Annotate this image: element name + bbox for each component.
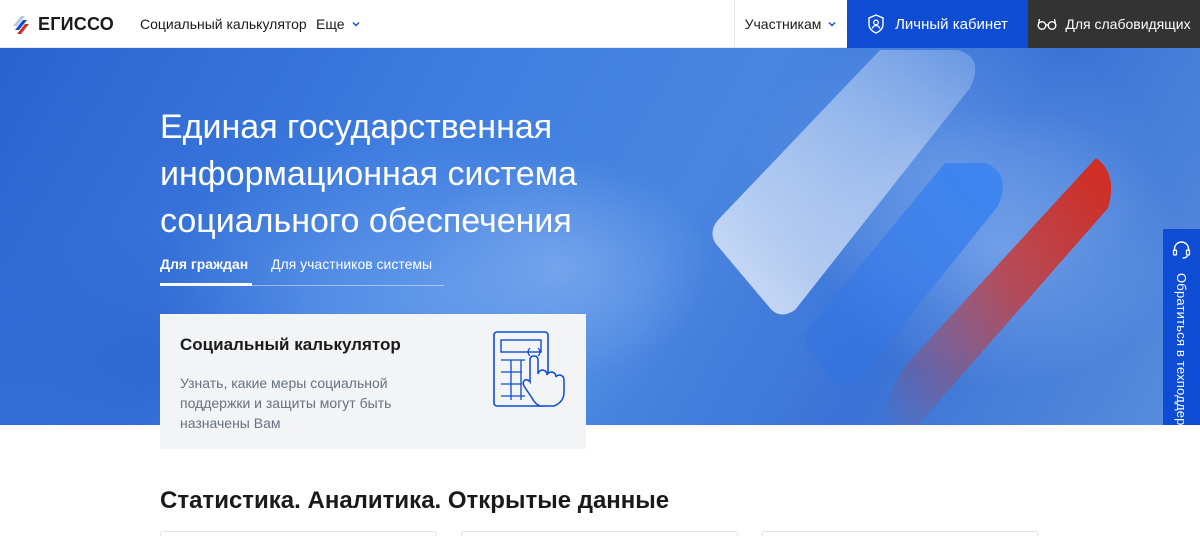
calculator-hand-icon [493, 331, 565, 407]
section-title: Статистика. Аналитика. Открытые данные [160, 487, 670, 514]
audience-tabs: Для граждан Для участников системы [160, 256, 444, 286]
logo-text: ЕГИССО [38, 13, 114, 34]
personal-cabinet-label: Личный кабинет [895, 15, 1008, 33]
nav-social-calculator[interactable]: Социальный калькулятор [140, 0, 307, 48]
hero-title: Единая государственная информационная си… [160, 108, 577, 240]
site-header: ЕГИССО Социальный калькулятор Еще Участн… [0, 0, 1200, 48]
participants-dropdown[interactable]: Участникам [734, 0, 847, 48]
stat-card[interactable] [762, 531, 1038, 536]
stat-card[interactable] [160, 531, 437, 536]
stat-card[interactable] [461, 531, 738, 536]
card-title: Социальный калькулятор [180, 335, 401, 354]
logo[interactable]: ЕГИССО [10, 12, 114, 36]
nav-social-calculator-label: Социальный калькулятор [140, 16, 307, 32]
card-description: Узнать, какие меры социальной поддержки … [180, 375, 392, 431]
support-label: Обратиться в техподдержку [1174, 273, 1189, 425]
low-vision-label: Для слабовидящих [1065, 16, 1191, 32]
nav-more-label: Еще [316, 16, 345, 32]
participants-label: Участникам [744, 16, 822, 32]
shield-user-icon [868, 14, 884, 34]
headset-icon [1172, 241, 1191, 259]
chevron-down-icon [352, 22, 359, 27]
nav-more-dropdown[interactable]: Еще [316, 0, 361, 48]
flag-logo-icon [13, 16, 29, 34]
chevron-down-icon [828, 22, 836, 27]
personal-cabinet-button[interactable]: Личный кабинет [847, 0, 1028, 48]
glasses-icon [1037, 18, 1057, 30]
tab-system-participants[interactable]: Для участников системы [271, 256, 432, 286]
tab-citizens[interactable]: Для граждан [160, 256, 252, 286]
low-vision-button[interactable]: Для слабовидящих [1028, 0, 1200, 48]
support-tab[interactable]: Обратиться в техподдержку [1163, 229, 1200, 425]
social-calculator-card[interactable]: Социальный калькулятор Узнать, какие мер… [160, 314, 586, 449]
